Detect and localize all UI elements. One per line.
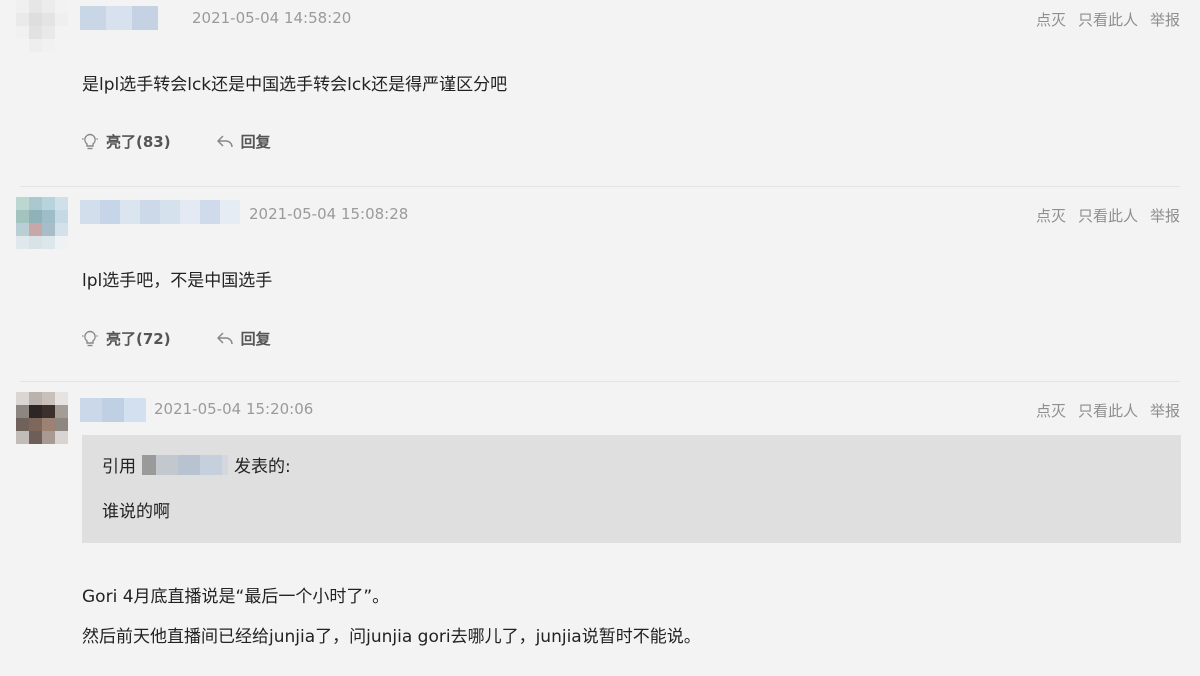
- comment-text-line-2: 然后前天他直播间已经给junjia了，问junjia gori去哪儿了，junj…: [82, 627, 701, 647]
- report-link[interactable]: 举报: [1150, 205, 1180, 226]
- only-this-user-link[interactable]: 只看此人: [1078, 205, 1138, 226]
- quote-text: 谁说的啊: [102, 502, 170, 522]
- quoted-username-blurred[interactable]: [142, 454, 228, 475]
- comment-text: lpl选手吧，不是中国选手: [82, 271, 273, 291]
- like-button[interactable]: 亮了(72): [80, 328, 171, 349]
- only-this-user-link[interactable]: 只看此人: [1078, 9, 1138, 30]
- reply-arrow-icon: [216, 134, 233, 147]
- comment-text-line-1: Gori 4月底直播说是“最后一个小时了”。: [82, 587, 390, 607]
- username-blurred[interactable]: [80, 6, 158, 30]
- dislike-link[interactable]: 点灭: [1036, 9, 1066, 30]
- like-count-label: 亮了(83): [106, 133, 171, 151]
- only-this-user-link[interactable]: 只看此人: [1078, 400, 1138, 421]
- quote-suffix: 发表的:: [234, 457, 291, 477]
- comment-actions: 点灭 只看此人 举报: [1036, 205, 1180, 226]
- username-blurred[interactable]: [80, 398, 146, 422]
- comment-2: 2021-05-04 15:08:28 点灭 只看此人 举报 lpl选手吧，不是…: [0, 187, 1200, 381]
- comment-1: 2021-05-04 14:58:20 点灭 只看此人 举报 是lpl选手转会l…: [0, 0, 1200, 186]
- like-count-label: 亮了(72): [106, 330, 171, 348]
- dislike-link[interactable]: 点灭: [1036, 205, 1066, 226]
- comment-actions: 点灭 只看此人 举报: [1036, 9, 1180, 30]
- comment-thread: 2021-05-04 14:58:20 点灭 只看此人 举报 是lpl选手转会l…: [0, 0, 1200, 676]
- comment-buttons: 亮了(83) 回复: [80, 131, 271, 152]
- avatar[interactable]: [16, 0, 68, 52]
- lightbulb-icon: [82, 133, 98, 149]
- reply-label: 回复: [240, 330, 271, 348]
- comment-buttons: 亮了(72) 回复: [80, 328, 271, 349]
- comment-timestamp: 2021-05-04 15:08:28: [249, 205, 409, 223]
- report-link[interactable]: 举报: [1150, 400, 1180, 421]
- lightbulb-icon: [82, 330, 98, 346]
- dislike-link[interactable]: 点灭: [1036, 400, 1066, 421]
- reply-arrow-icon: [216, 331, 233, 344]
- avatar[interactable]: [16, 197, 68, 249]
- reply-button[interactable]: 回复: [215, 328, 271, 349]
- quote-block: 引用 发表的: 谁说的啊: [82, 435, 1181, 543]
- quote-prefix: 引用: [102, 457, 136, 477]
- reply-label: 回复: [240, 133, 271, 151]
- comment-3: 2021-05-04 15:20:06 点灭 只看此人 举报 引用 发表的: 谁…: [0, 382, 1200, 676]
- quote-header: 引用 发表的:: [102, 452, 291, 477]
- avatar[interactable]: [16, 392, 68, 444]
- reply-button[interactable]: 回复: [215, 131, 271, 152]
- report-link[interactable]: 举报: [1150, 9, 1180, 30]
- comment-actions: 点灭 只看此人 举报: [1036, 400, 1180, 421]
- comment-text: 是lpl选手转会lck还是中国选手转会lck还是得严谨区分吧: [82, 75, 508, 95]
- username-blurred[interactable]: [80, 200, 240, 224]
- comment-timestamp: 2021-05-04 15:20:06: [154, 400, 314, 418]
- like-button[interactable]: 亮了(83): [80, 131, 171, 152]
- comment-timestamp: 2021-05-04 14:58:20: [192, 9, 352, 27]
